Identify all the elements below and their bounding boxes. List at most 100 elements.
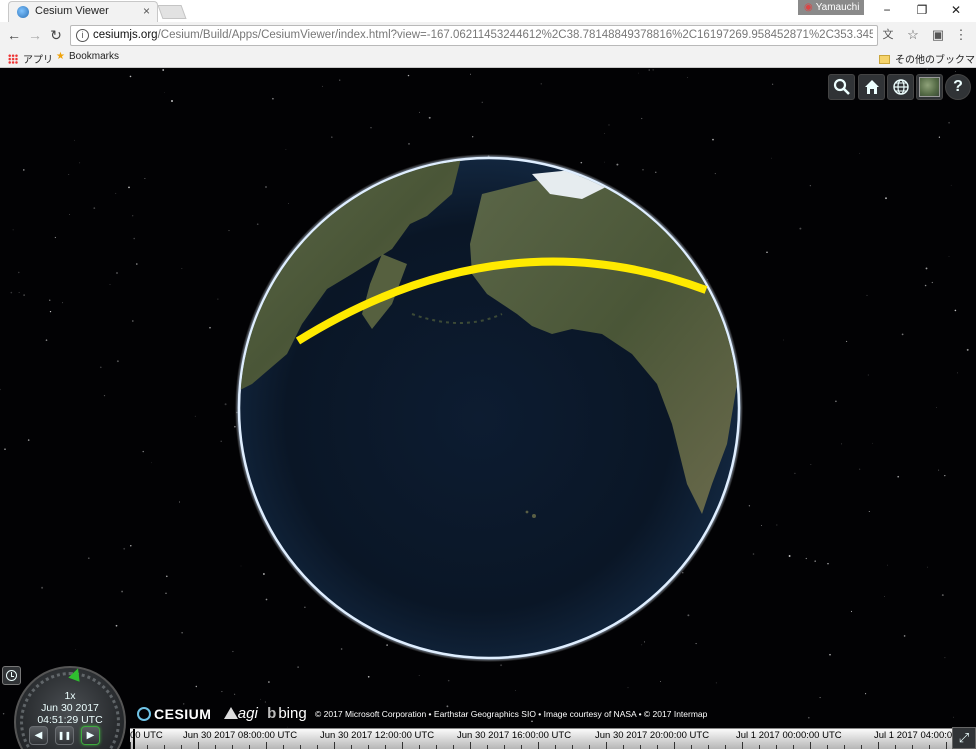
menu-icon[interactable]: ⋮ bbox=[952, 26, 970, 44]
star bbox=[121, 590, 124, 593]
star bbox=[151, 462, 153, 464]
star bbox=[68, 174, 70, 175]
timeline-tick bbox=[691, 745, 692, 749]
close-window-button[interactable]: ✕ bbox=[944, 2, 968, 18]
forward-button[interactable]: → bbox=[26, 26, 44, 44]
star bbox=[608, 124, 610, 126]
help-button[interactable]: ? bbox=[945, 74, 971, 100]
extension-icon[interactable]: ▣ bbox=[929, 26, 947, 44]
address-bar[interactable]: i cesiumjs.org/Cesium/Build/Apps/CesiumV… bbox=[70, 25, 878, 46]
translate-icon[interactable]: 文 bbox=[879, 26, 897, 44]
star bbox=[260, 698, 261, 700]
imagery-layer-icon bbox=[919, 77, 940, 97]
star bbox=[783, 339, 784, 341]
timeline-tick bbox=[215, 745, 216, 749]
star bbox=[944, 657, 946, 659]
timeline-tick bbox=[402, 742, 403, 749]
star bbox=[829, 653, 831, 656]
cesium-viewer[interactable]: ? 1x Jun 30 2017 04:51:29 UTC ◀ ❚❚ ▶ CES… bbox=[0, 68, 976, 749]
timeline-tick bbox=[623, 745, 624, 749]
star bbox=[938, 469, 940, 471]
star bbox=[925, 267, 928, 270]
star bbox=[604, 133, 606, 134]
globe[interactable] bbox=[232, 154, 746, 664]
star bbox=[841, 443, 843, 445]
animation-widget[interactable]: 1x Jun 30 2017 04:51:29 UTC ◀ ❚❚ ▶ bbox=[0, 660, 130, 749]
scene-mode-button[interactable] bbox=[887, 74, 914, 100]
pause-button[interactable]: ❚❚ bbox=[55, 726, 74, 745]
timeline-tick bbox=[300, 745, 301, 749]
cesium-favicon-icon bbox=[17, 6, 29, 18]
star bbox=[129, 75, 132, 78]
cesium-logo[interactable]: CESIUM bbox=[137, 706, 211, 722]
reload-button[interactable]: ↻ bbox=[47, 26, 65, 44]
profile-name: Yamauchi bbox=[815, 2, 860, 13]
bookmark-star-icon: ★ bbox=[56, 51, 65, 62]
url-text[interactable]: cesiumjs.org/Cesium/Build/Apps/CesiumVie… bbox=[93, 29, 873, 41]
timeline[interactable]: 00 UTC Jun 30 2017 08:00:00 UTC Jun 30 201… bbox=[130, 728, 952, 749]
timeline-tick bbox=[283, 745, 284, 749]
base-layer-picker-button[interactable] bbox=[916, 74, 943, 100]
star bbox=[948, 256, 950, 257]
star bbox=[867, 374, 869, 376]
play-button[interactable]: ▶ bbox=[81, 726, 100, 745]
star bbox=[810, 464, 812, 465]
star bbox=[500, 664, 503, 667]
star bbox=[133, 237, 135, 240]
star bbox=[297, 666, 299, 668]
browser-tab[interactable]: Cesium Viewer × bbox=[8, 1, 158, 22]
star bbox=[224, 403, 227, 406]
agi-logo[interactable]: agi bbox=[223, 705, 258, 722]
timeline-tick bbox=[589, 745, 590, 749]
search-icon bbox=[833, 78, 850, 95]
star bbox=[936, 407, 937, 408]
timeline-tick bbox=[895, 745, 896, 749]
geocoder-search-button[interactable] bbox=[828, 74, 855, 100]
star bbox=[887, 564, 888, 566]
url-path: /Cesium/Build/Apps/CesiumViewer/index.ht… bbox=[157, 29, 873, 41]
site-info-icon[interactable]: i bbox=[76, 29, 89, 42]
star bbox=[181, 268, 183, 270]
minimize-button[interactable]: − bbox=[875, 2, 899, 18]
fullscreen-button[interactable]: ⤢ bbox=[952, 727, 976, 749]
star bbox=[926, 68, 928, 70]
star bbox=[331, 136, 333, 138]
profile-button[interactable]: ◉ Yamauchi bbox=[798, 0, 864, 15]
home-icon bbox=[864, 80, 879, 94]
bing-logo[interactable]: b bing bbox=[267, 705, 307, 722]
star bbox=[116, 272, 118, 274]
star bbox=[760, 524, 762, 526]
bookmark-star-icon[interactable]: ☆ bbox=[904, 26, 922, 44]
star bbox=[165, 592, 167, 594]
tab-close-button[interactable]: × bbox=[143, 4, 150, 18]
timeline-tick bbox=[130, 742, 131, 749]
star bbox=[941, 594, 944, 597]
back-button[interactable]: ← bbox=[5, 26, 23, 44]
star bbox=[136, 263, 138, 265]
bookmark-apps[interactable]: アプリ bbox=[8, 51, 53, 66]
star bbox=[850, 610, 853, 613]
star bbox=[165, 575, 168, 578]
star bbox=[470, 73, 472, 75]
star bbox=[322, 85, 324, 87]
timeline-tick bbox=[249, 745, 250, 749]
bookmark-bookmarks[interactable]: ★ Bookmarks bbox=[56, 51, 119, 62]
star bbox=[859, 468, 861, 470]
timeline-tick bbox=[368, 745, 369, 749]
home-button[interactable] bbox=[858, 74, 885, 100]
restore-button[interactable]: ❐ bbox=[910, 2, 934, 18]
bookmark-other[interactable]: その他のブックマーク bbox=[879, 51, 976, 66]
timeline-tick bbox=[776, 745, 777, 749]
star bbox=[142, 450, 144, 453]
star bbox=[79, 162, 81, 164]
reverse-button[interactable]: ◀ bbox=[29, 726, 48, 745]
timeline-tick bbox=[317, 745, 318, 749]
new-tab-button[interactable] bbox=[157, 5, 187, 19]
timeline-tick bbox=[164, 745, 165, 749]
star bbox=[103, 395, 106, 397]
star bbox=[10, 291, 13, 294]
star bbox=[766, 251, 768, 253]
animation-date: Jun 30 2017 bbox=[41, 702, 99, 714]
star bbox=[0, 388, 1, 391]
star bbox=[181, 632, 183, 634]
